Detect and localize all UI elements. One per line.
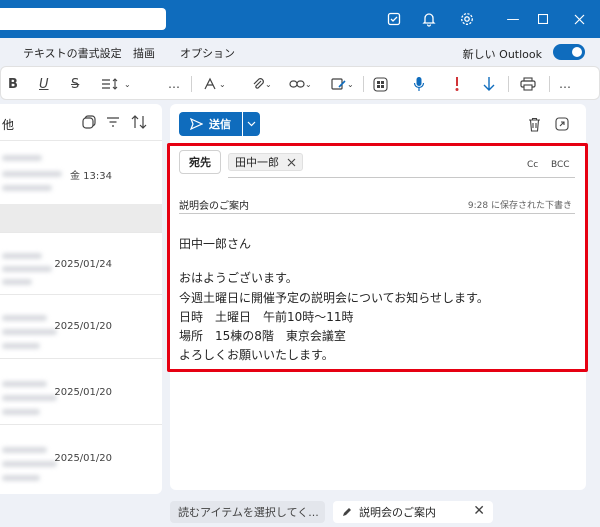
highlight-frame xyxy=(167,143,588,372)
bell-icon[interactable] xyxy=(419,9,439,29)
blurred-text xyxy=(2,475,40,481)
ribbon-divider xyxy=(549,76,550,92)
print-icon[interactable] xyxy=(520,74,536,94)
underline-button[interactable]: U xyxy=(39,74,49,94)
tab-options[interactable]: オプション xyxy=(180,45,235,61)
more-options-button[interactable]: … xyxy=(559,74,571,94)
blurred-text xyxy=(2,279,32,285)
maximize-icon[interactable] xyxy=(532,9,554,29)
send-button[interactable]: 送信 xyxy=(179,112,242,136)
tab-format-text[interactable]: テキストの書式設定 xyxy=(23,45,122,61)
blurred-text xyxy=(2,395,57,401)
pencil-icon xyxy=(343,508,351,516)
new-outlook-label: 新しい Outlook xyxy=(462,48,542,61)
more-format-button[interactable]: … xyxy=(168,74,180,94)
pop-out-icon[interactable] xyxy=(553,114,571,134)
list-item[interactable]: 金 13:34 xyxy=(0,140,162,204)
list-item[interactable]: 2025/01/20 xyxy=(0,424,162,494)
styles-icon[interactable]: ⌄ xyxy=(203,74,226,94)
ribbon-divider xyxy=(191,76,192,92)
tab-label: 読むアイテムを選択してく... xyxy=(178,506,319,519)
blurred-text xyxy=(2,381,47,387)
search-input[interactable] xyxy=(0,8,166,30)
chevron-down-icon xyxy=(247,121,256,127)
signature-icon[interactable]: ⌄ xyxy=(331,74,354,94)
select-icon[interactable] xyxy=(81,114,97,130)
minimize-icon[interactable]: — xyxy=(502,9,524,29)
trash-icon[interactable] xyxy=(525,114,543,134)
ribbon-divider xyxy=(363,76,364,92)
list-title: 他 xyxy=(2,118,15,132)
close-tab-icon[interactable]: ✕ xyxy=(473,503,485,519)
blurred-text xyxy=(2,185,52,191)
blurred-text xyxy=(2,253,42,259)
strikethrough-button[interactable]: S xyxy=(71,74,79,94)
menu-bar: テキストの書式設定 描画 オプション 新しい Outlook xyxy=(0,38,600,66)
mail-date: 2025/01/20 xyxy=(54,321,112,332)
blurred-text xyxy=(2,409,40,415)
list-item[interactable]: 2025/01/24 xyxy=(0,232,162,294)
blurred-text xyxy=(2,329,57,335)
blurred-text xyxy=(2,315,47,321)
apps-icon[interactable] xyxy=(373,74,388,94)
mail-list-pane: 他 金 13:34 2025/01/24 2025/01/20 2025/01/… xyxy=(0,104,162,494)
mail-date: 2025/01/20 xyxy=(54,387,112,398)
mail-date: 2025/01/20 xyxy=(54,453,112,464)
blurred-text xyxy=(2,171,62,177)
bottom-tab-bar: 読むアイテムを選択してく... 説明会のご案内 ✕ xyxy=(0,498,600,527)
blurred-text xyxy=(2,155,42,161)
importance-low-icon[interactable] xyxy=(483,74,495,94)
link-icon[interactable]: ⌄ xyxy=(289,74,312,94)
ribbon: B U S ⌄ … ⌄ ⌄ ⌄ ⌄ … xyxy=(0,66,600,100)
mail-date: 2025/01/24 xyxy=(54,259,112,270)
send-dropdown-button[interactable] xyxy=(243,112,260,136)
close-icon[interactable] xyxy=(568,9,590,29)
tab-reading-item[interactable]: 読むアイテムを選択してく... xyxy=(170,501,325,523)
list-header: 他 xyxy=(0,104,162,140)
tab-label: 説明会のご案内 xyxy=(359,506,436,519)
tab-compose-draft[interactable]: 説明会のご案内 ✕ xyxy=(333,501,493,523)
gear-icon[interactable] xyxy=(457,9,477,29)
blurred-text xyxy=(2,461,57,467)
microphone-icon[interactable] xyxy=(413,74,425,94)
line-spacing-icon[interactable]: ⌄ xyxy=(101,74,131,94)
new-outlook-toggle[interactable] xyxy=(553,44,585,60)
list-item[interactable]: 2025/01/20 xyxy=(0,294,162,358)
filter-icon[interactable] xyxy=(105,114,121,130)
blurred-text xyxy=(2,447,47,453)
blurred-text xyxy=(2,266,52,272)
bold-button[interactable]: B xyxy=(8,74,18,94)
importance-high-icon[interactable] xyxy=(453,74,461,94)
send-label: 送信 xyxy=(209,118,231,131)
send-icon xyxy=(190,118,203,130)
list-item[interactable]: 2025/01/20 xyxy=(0,358,162,424)
attach-icon[interactable]: ⌄ xyxy=(251,74,272,94)
clipboard-check-icon[interactable] xyxy=(384,9,404,29)
sort-icon[interactable] xyxy=(131,114,147,130)
mail-date: 金 13:34 xyxy=(70,171,112,182)
toggle-knob xyxy=(572,47,582,57)
ribbon-divider xyxy=(508,76,509,92)
blurred-text xyxy=(2,343,40,349)
list-group-divider xyxy=(0,204,162,232)
tab-draw[interactable]: 描画 xyxy=(133,45,155,61)
title-bar: — xyxy=(0,0,600,38)
